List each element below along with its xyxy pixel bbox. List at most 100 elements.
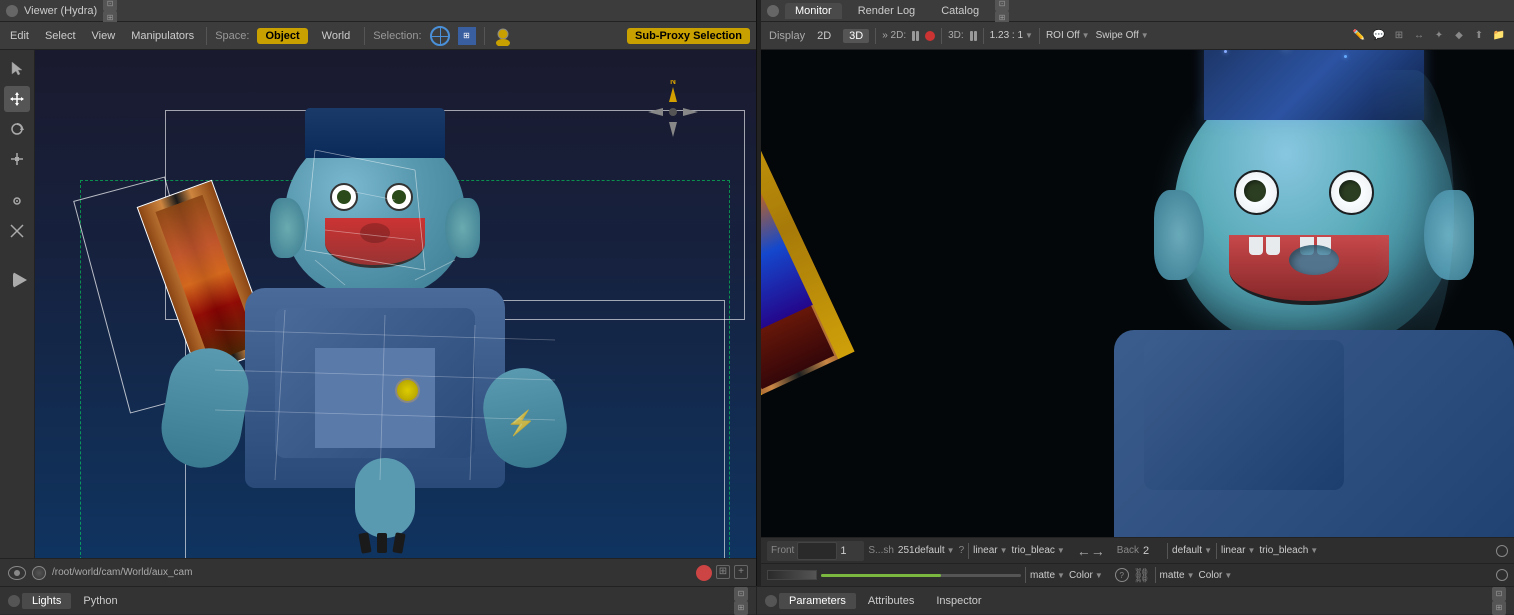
scale-tool-btn[interactable]: [4, 146, 30, 172]
footer-dot-viewer: [8, 595, 20, 607]
pencil-icon[interactable]: ✏️: [1352, 29, 1366, 43]
default-dropdown[interactable]: default ▼: [1172, 545, 1212, 556]
3d-pause-btn[interactable]: [970, 31, 977, 41]
default-arrow: ▼: [1204, 546, 1212, 555]
footer-min-icon[interactable]: ⊡: [734, 587, 748, 601]
sep-3d: [983, 28, 984, 44]
progress-fill: [821, 574, 941, 577]
2d-pause-btn[interactable]: [912, 31, 919, 41]
hat: [305, 108, 445, 158]
help-icon[interactable]: ?: [1115, 568, 1129, 582]
settings-icon[interactable]: [1496, 545, 1508, 557]
shader-val-dropdown[interactable]: 251default ▼: [898, 545, 955, 556]
attributes-tab[interactable]: Attributes: [858, 593, 924, 609]
nose: [360, 223, 390, 243]
footer-max-icon[interactable]: ⊞: [734, 601, 748, 615]
color2-dropdown[interactable]: Color ▼: [1198, 570, 1232, 581]
record-icon[interactable]: [696, 565, 712, 581]
chat-icon[interactable]: 💬: [1372, 29, 1386, 43]
parameters-tab[interactable]: Parameters: [779, 593, 856, 609]
matte-dropdown[interactable]: matte ▼: [1030, 570, 1065, 581]
head-icon[interactable]: [493, 26, 513, 46]
select-tool-btn[interactable]: [4, 56, 30, 82]
settings-dot-icon[interactable]: [32, 566, 46, 580]
move-tool-btn[interactable]: [4, 86, 30, 112]
matte2-dropdown[interactable]: matte ▼: [1160, 570, 1195, 581]
select-menu-btn[interactable]: Select: [41, 28, 80, 44]
upload-icon[interactable]: ⬆: [1472, 29, 1486, 43]
character-container: [115, 88, 615, 538]
selection-label: Selection:: [373, 30, 421, 42]
monitor-tab-monitor[interactable]: Monitor: [785, 3, 842, 19]
arrows-icon[interactable]: ↔: [1412, 29, 1426, 43]
shader-name-dropdown[interactable]: trio_bleac ▼: [1012, 545, 1065, 556]
wipe-arrows[interactable]: ←→: [1077, 543, 1105, 559]
viewport-3d[interactable]: ⚡ N: [35, 50, 756, 558]
swipe-control[interactable]: Swipe Off ▼: [1096, 30, 1149, 41]
edit-menu-btn[interactable]: Edit: [6, 28, 33, 44]
world-mode-btn[interactable]: World: [316, 28, 357, 44]
help-icons: ? ⛓: [1115, 567, 1151, 584]
shader-name2: trio_bleach: [1259, 545, 1308, 556]
view-menu-btn[interactable]: View: [88, 28, 120, 44]
visibility-toggle-btn[interactable]: [8, 566, 26, 580]
hand: [355, 458, 415, 538]
selection-globe-icon[interactable]: [430, 26, 450, 46]
inspector-tab[interactable]: Inspector: [926, 593, 991, 609]
separator-1: [206, 27, 207, 45]
rotate-tool-btn[interactable]: [4, 116, 30, 142]
snap-icon[interactable]: +: [734, 565, 748, 579]
monitor-viewport[interactable]: [761, 50, 1514, 537]
settings-icon2[interactable]: [1496, 569, 1508, 581]
viewer-title-bar: Viewer (Hydra) ⊡ ⊞: [0, 0, 756, 22]
scene-path-text: /root/world/cam/World/aux_cam: [52, 567, 690, 578]
linear-dropdown-arrow: ▼: [1000, 546, 1008, 555]
star-icon[interactable]: ✦: [1432, 29, 1446, 43]
rim-light: [1374, 70, 1454, 350]
sep-bot3: [1216, 543, 1217, 559]
shader-name2-dropdown[interactable]: trio_bleach ▼: [1259, 545, 1318, 556]
monitor-footer-min-icon[interactable]: ⊡: [1492, 587, 1506, 601]
viewer-bottom-bar: /root/world/cam/World/aux_cam ⊞ +: [0, 558, 756, 586]
viewer-title: Viewer (Hydra): [24, 5, 97, 17]
roi-control[interactable]: ROI Off ▼: [1046, 30, 1090, 41]
lights-tab[interactable]: Lights: [22, 593, 71, 609]
pivot-tool-btn[interactable]: [4, 188, 30, 214]
object-mode-btn[interactable]: Object: [257, 28, 307, 44]
monitor-footer-max-icon[interactable]: ⊞: [1492, 601, 1506, 615]
viewer-toolbar: Edit Select View Manipulators Space: Obj…: [0, 22, 756, 50]
chain-link-icon[interactable]: ⛓: [1133, 567, 1151, 584]
extra-tool-btn[interactable]: [4, 218, 30, 244]
claw1: [358, 532, 371, 553]
frame-icon[interactable]: ⊞: [716, 565, 730, 579]
monitor-minimize-icon[interactable]: ⊡: [995, 0, 1009, 11]
matte-val: matte: [1030, 570, 1055, 581]
btn-2d[interactable]: 2D: [811, 29, 837, 43]
viewer-footer-controls: ⊡ ⊞: [734, 587, 748, 615]
folder-icon[interactable]: 📁: [1492, 29, 1506, 43]
left-arm: [155, 342, 255, 474]
playback-btn[interactable]: [13, 272, 27, 288]
sub-proxy-btn[interactable]: Sub-Proxy Selection: [627, 28, 750, 44]
linear2-dropdown[interactable]: linear ▼: [1221, 545, 1255, 556]
3d-label: 3D:: [948, 30, 964, 41]
monitor-tab-renderlog[interactable]: Render Log: [848, 3, 926, 19]
progress-bar: [821, 574, 1021, 577]
zoom-control[interactable]: 1.23 : 1 ▼: [990, 30, 1033, 41]
monitor-tab-catalog[interactable]: Catalog: [931, 3, 989, 19]
viewer-win-controls: ⊡ ⊞: [103, 0, 117, 25]
btn-3d[interactable]: 3D: [843, 29, 869, 43]
selection-windows-icon[interactable]: ⊞: [458, 27, 476, 45]
monitor-close-btn[interactable]: [767, 5, 779, 17]
manipulators-menu-btn[interactable]: Manipulators: [127, 28, 198, 44]
viewer-close-btn[interactable]: [6, 5, 18, 17]
diamond-icon[interactable]: ◆: [1452, 29, 1466, 43]
python-tab[interactable]: Python: [73, 593, 127, 609]
copy-icon[interactable]: ⊞: [1392, 29, 1406, 43]
linear-dropdown[interactable]: linear ▼: [973, 545, 1007, 556]
bottom-icons: ⊞ +: [696, 565, 748, 581]
viewer-content: ⚡ N: [0, 50, 756, 558]
viewer-minimize-icon[interactable]: ⊡: [103, 0, 117, 11]
viewer-footer: Lights Python ⊡ ⊞: [0, 587, 757, 615]
color-dropdown[interactable]: Color ▼: [1069, 570, 1103, 581]
